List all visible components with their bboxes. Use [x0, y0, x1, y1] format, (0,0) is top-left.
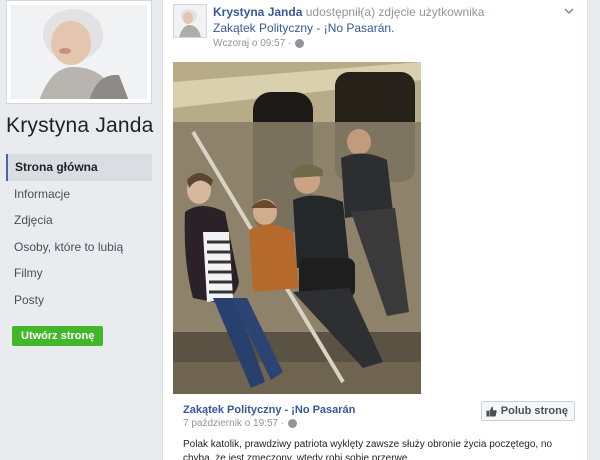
- like-page-label: Polub stronę: [500, 405, 568, 417]
- like-page-button[interactable]: Polub stronę: [480, 401, 575, 421]
- shared-page-link[interactable]: Zakątek Polityczny - ¡No Pasarán: [183, 404, 355, 416]
- thumb-up-icon: [486, 406, 497, 417]
- post-action-text: udostępnił(a) zdjęcie użytkownika: [305, 5, 485, 19]
- nav-item-posts[interactable]: Posty: [6, 287, 152, 314]
- shared-post: Zakątek Polityczny - ¡No Pasarán 7 paźdz…: [173, 398, 579, 460]
- post-photo[interactable]: [173, 62, 421, 394]
- post-card: Krystyna Janda udostępnił(a) zdjęcie uży…: [162, 0, 588, 460]
- profile-picture[interactable]: [6, 0, 152, 104]
- shared-post-text: Polak katolik, prawdziwy patriota wyklęt…: [183, 439, 553, 460]
- nav-item-home[interactable]: Strona główna: [6, 154, 152, 181]
- create-page-button[interactable]: Utwórz stronę: [12, 326, 104, 346]
- nav-item-about[interactable]: Informacje: [6, 181, 152, 208]
- nav-item-photos[interactable]: Zdjęcia: [6, 207, 152, 234]
- shared-time-text[interactable]: 7 październik o 19:57 ·: [183, 418, 284, 429]
- page-navigation: Strona główna Informacje Zdjęcia Osoby, …: [6, 154, 152, 313]
- shared-timestamp: 7 październik o 19:57 ·: [183, 418, 298, 429]
- post-time-text[interactable]: Wczoraj o 09:57 ·: [213, 38, 291, 49]
- chevron-down-icon[interactable]: [563, 6, 575, 16]
- post-author-link[interactable]: Krystyna Janda: [213, 5, 302, 19]
- page-name[interactable]: Krystyna Janda: [6, 114, 154, 138]
- author-avatar[interactable]: [173, 4, 207, 38]
- post-header: Krystyna Janda udostępnił(a) zdjęcie uży…: [213, 5, 484, 19]
- profile-photo: [11, 5, 147, 99]
- left-column: Krystyna Janda Strona główna Informacje …: [0, 0, 162, 460]
- globe-icon: [295, 39, 305, 48]
- nav-item-likes[interactable]: Osoby, które to lubią: [6, 234, 152, 261]
- globe-icon: [288, 419, 298, 428]
- nav-item-videos[interactable]: Filmy: [6, 260, 152, 287]
- post-source-link[interactable]: Zakątek Polityczny - ¡No Pasarán.: [213, 21, 394, 35]
- post-timestamp: Wczoraj o 09:57 ·: [213, 38, 305, 49]
